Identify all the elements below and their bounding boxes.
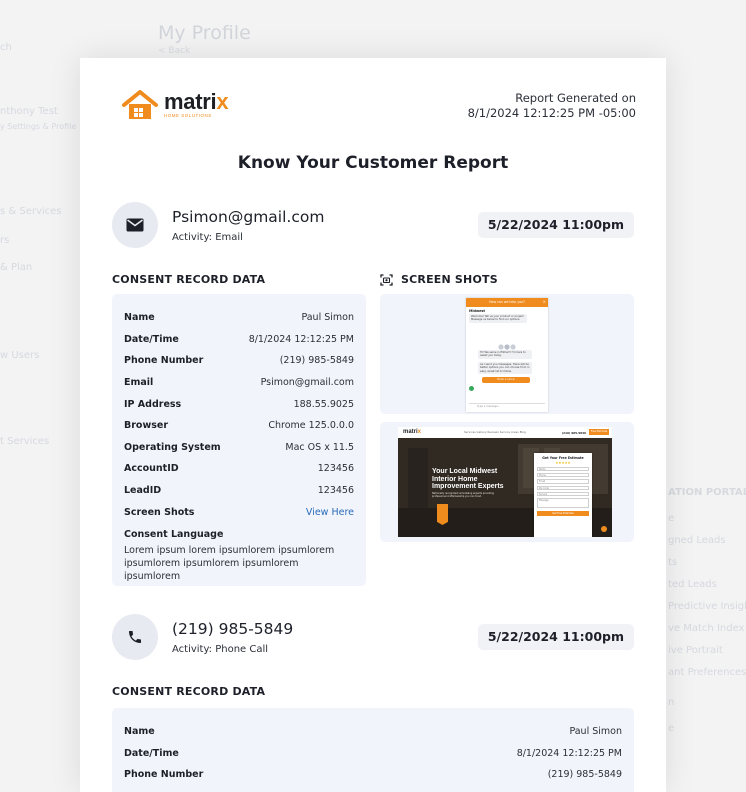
bg-right-item: ive Portrait (668, 645, 723, 656)
consent-language-label: Consent Language (124, 528, 224, 540)
bg-left-item: w Users (0, 350, 40, 361)
bg-left-item: nthony Test (0, 106, 58, 117)
bg-right-item: ant Preferences (668, 667, 746, 678)
screenshot-chat[interactable]: How can we help you? × Midwest Welcome! … (380, 294, 634, 414)
site-nav: matrix Services Gallery Reviews Service … (398, 427, 612, 438)
envelope-icon (112, 202, 158, 248)
bg-left-item: s & Services (0, 206, 62, 217)
generated-label: Report Generated on (515, 91, 636, 105)
chat-message-2: As I send you messages, there will be be… (478, 362, 532, 375)
bg-right-item: ted Leads (668, 579, 717, 590)
form-field: Service (537, 491, 589, 496)
bg-right-item: e (668, 723, 675, 734)
logo-wordmark: matrix (164, 89, 229, 115)
logo-tagline: HOME SOLUTIONS (164, 113, 212, 119)
bg-right-sidebar: ATION PORTAL e gned Leads ts ted Leads P… (666, 0, 746, 792)
record-row-datetime: Date/Time 8/1/2024 12:12:25 PM (124, 333, 354, 345)
bg-page-title: My Profile (158, 22, 251, 44)
chat-input: Type a message... (469, 403, 545, 409)
consent-section-label: CONSENT RECORD DATA (112, 685, 266, 698)
record-row-datetime: Date/Time 8/1/2024 12:12:25 PM (124, 747, 622, 759)
screenshot-website[interactable]: matrix Services Gallery Reviews Service … (380, 422, 634, 542)
record-contact: Psimon@gmail.com (172, 208, 325, 226)
form-field: Name (537, 467, 589, 472)
form-field: Zip Code (537, 485, 589, 490)
close-icon: × (542, 299, 546, 304)
site-body-text: Nationally recognized remodeling experts… (432, 492, 494, 499)
record-header-email: Psimon@gmail.com Activity: Email 5/22/20… (112, 202, 634, 252)
report-generated: Report Generated on 8/1/2024 12:12:25 PM… (468, 91, 636, 121)
bg-right-item: ve Match Index (668, 623, 745, 634)
phone-icon (112, 614, 158, 660)
bg-right-item: ATION PORTAL (668, 487, 746, 498)
record-header-phone: (219) 985-5849 Activity: Phone Call 5/22… (112, 614, 634, 664)
record-row-name: Name Paul Simon (124, 726, 622, 738)
record-row-os: Operating System Mac OS x 11.5 (124, 441, 354, 453)
record-contact: (219) 985-5849 (172, 620, 294, 638)
report-title: Know Your Customer Report (237, 153, 509, 173)
bg-left-item: y Settings & Profile (0, 122, 77, 131)
record-activity: Activity: Phone Call (172, 644, 269, 655)
bg-right-item: e (668, 513, 675, 524)
bg-back-link: < Back (158, 46, 191, 56)
record-row-name: Name Paul Simon (124, 312, 354, 324)
record-date-badge: 5/22/2024 11:00pm (477, 212, 634, 238)
consent-section-label: CONSENT RECORD DATA (112, 273, 266, 286)
bg-left-item: t Services (0, 436, 50, 447)
chat-avatars (498, 335, 516, 350)
record-date-badge: 5/22/2024 11:00pm (477, 624, 634, 650)
site-estimate-form: Get Your Free Estimate ★★★★★ Name Phone … (534, 453, 592, 537)
chat-cta-button: Book a call ⊕ (482, 377, 530, 383)
site-phone: (219) 985-5849 (561, 431, 586, 435)
form-title: Get Your Free Estimate (542, 456, 584, 460)
chat-bubble-icon (601, 526, 607, 532)
form-rating-stars: ★★★★★ (555, 461, 571, 465)
bg-left-item: & Plan (0, 262, 33, 273)
house-logo-icon (122, 90, 158, 120)
view-screenshots-link[interactable]: View Here (306, 507, 354, 518)
kyc-report: matrix HOME SOLUTIONS Report Generated o… (80, 58, 666, 792)
agent-avatar (469, 386, 474, 391)
bg-left-item: rs (0, 235, 10, 246)
screenshots-section-label: SCREEN SHOTS (380, 273, 498, 286)
chat-header: How can we help you? (466, 298, 548, 307)
form-field: Phone (537, 473, 589, 478)
record-row-phone: Phone Number (219) 985-5849 (124, 355, 354, 367)
bg-right-item: ts (668, 557, 678, 568)
record-row-screenshots: Screen Shots View Here (124, 506, 354, 518)
record-row-browser: Browser Chrome 125.0.0.0 (124, 420, 354, 432)
chat-greeting-name: Midwest (469, 309, 486, 313)
form-field: Message (537, 497, 589, 508)
screenshots-label-text: SCREEN SHOTS (401, 273, 498, 286)
chat-widget-mockup: How can we help you? × Midwest Welcome! … (466, 298, 548, 412)
website-mockup: matrix Services Gallery Reviews Service … (398, 427, 612, 537)
site-cta-button: Free Estimate (589, 429, 609, 435)
consent-record-box: Name Paul Simon Date/Time 8/1/2024 12:12:2… (112, 294, 366, 586)
record-activity: Activity: Email (172, 232, 243, 243)
bg-right-item: gned Leads (668, 535, 726, 546)
record-row-accountid: AccountID 123456 (124, 463, 354, 475)
consent-record-box: Name Paul Simon Date/Time 8/1/2024 12:12:2… (112, 708, 634, 792)
site-headline: Your Local Midwest Interior Home Improve… (432, 468, 504, 491)
award-badge-icon (437, 504, 448, 525)
form-field: Email (537, 479, 589, 484)
record-row-leadid: LeadID 123456 (124, 485, 354, 497)
site-hero: Your Local Midwest Interior Home Improve… (398, 438, 612, 537)
bg-right-item: Predictive Insight (668, 601, 746, 612)
record-row-email: Email Psimon@gmail.com (124, 377, 354, 389)
bg-right-item: n (668, 697, 675, 708)
chat-greeting: Welcome! Tell us your product or project… (469, 314, 527, 323)
form-submit-button: Get Free Estimate (537, 510, 589, 516)
site-logo: matrix (403, 429, 422, 435)
record-row-ip: IP Address 188.55.9025 (124, 398, 354, 410)
record-row-phone: Phone Number (219) 985-5849 (124, 769, 622, 781)
screenshot-icon (380, 273, 393, 286)
site-nav-links: Services Gallery Reviews Service Areas B… (464, 431, 526, 434)
bg-left-sidebar: ch nthony Test y Settings & Profile s & … (0, 0, 80, 792)
bg-left-item: ch (0, 42, 12, 53)
chat-message-1: Hi! We serve in Elkhart! I'm here to ass… (478, 350, 532, 359)
consent-language-text: Lorem ipsum lorem ipsumlorem ipsumlorem … (124, 544, 335, 582)
generated-value: 8/1/2024 12:12:25 PM -05:00 (467, 106, 636, 120)
matrix-logo: matrix HOME SOLUTIONS (122, 89, 229, 120)
